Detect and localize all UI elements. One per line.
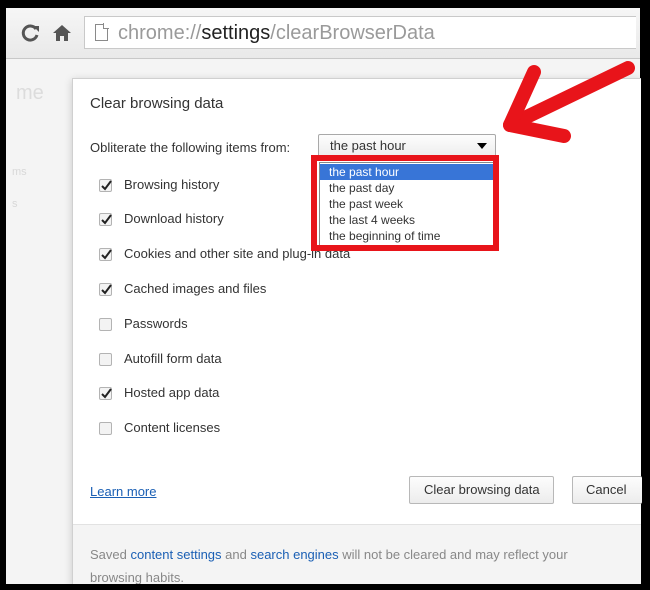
checkbox[interactable] (99, 213, 112, 226)
clear-browsing-data-button[interactable]: Clear browsing data (409, 476, 554, 504)
page-icon (95, 23, 109, 41)
checkbox-label: Passwords (124, 316, 188, 331)
search-engines-link[interactable]: search engines (250, 547, 338, 562)
cancel-button[interactable]: Cancel (572, 476, 642, 504)
checkbox-label: Cached images and files (124, 281, 267, 296)
checkbox-label: Browsing history (124, 177, 220, 192)
settings-side-text: ms (12, 166, 27, 178)
checkbox-label: Hosted app data (124, 385, 220, 400)
dialog-footer: Saved content settings and search engine… (73, 524, 641, 586)
checkmark-icon (101, 214, 112, 225)
checkbox-label: Content licenses (124, 420, 221, 435)
checkbox[interactable] (99, 353, 112, 366)
footer-note: Saved content settings and search engine… (90, 547, 568, 585)
highlight-box (311, 155, 499, 251)
checkbox[interactable] (99, 248, 112, 261)
settings-page-title: me (16, 82, 44, 104)
frame-border-bottom (0, 584, 650, 590)
content-settings-link[interactable]: content settings (130, 547, 221, 562)
address-bar[interactable]: chrome://settings/clearBrowserData (84, 16, 636, 49)
checkbox[interactable] (99, 283, 112, 296)
settings-side-text: s (12, 198, 18, 210)
checkbox[interactable] (99, 179, 112, 192)
learn-more-link[interactable]: Learn more (90, 484, 156, 499)
reload-icon[interactable] (20, 18, 42, 48)
checkbox-label: Autofill form data (124, 351, 222, 366)
checkbox[interactable] (99, 387, 112, 400)
obliterate-label: Obliterate the following items from: (90, 140, 291, 155)
time-range-value: the past hour (330, 138, 406, 153)
home-icon[interactable] (51, 18, 73, 48)
checkmark-icon (101, 249, 112, 260)
checkmark-icon (101, 180, 112, 191)
checkmark-icon (101, 388, 112, 399)
checkmark-icon (101, 284, 112, 295)
dialog-title: Clear browsing data (90, 95, 224, 112)
url-text: chrome://settings/clearBrowserData (118, 22, 435, 44)
browser-toolbar: chrome://settings/clearBrowserData (6, 8, 640, 59)
checkbox[interactable] (99, 318, 112, 331)
checkbox-label: Download history (124, 211, 224, 226)
checkbox[interactable] (99, 422, 112, 435)
frame-border-top (0, 0, 650, 8)
red-arrow-icon (503, 61, 635, 143)
